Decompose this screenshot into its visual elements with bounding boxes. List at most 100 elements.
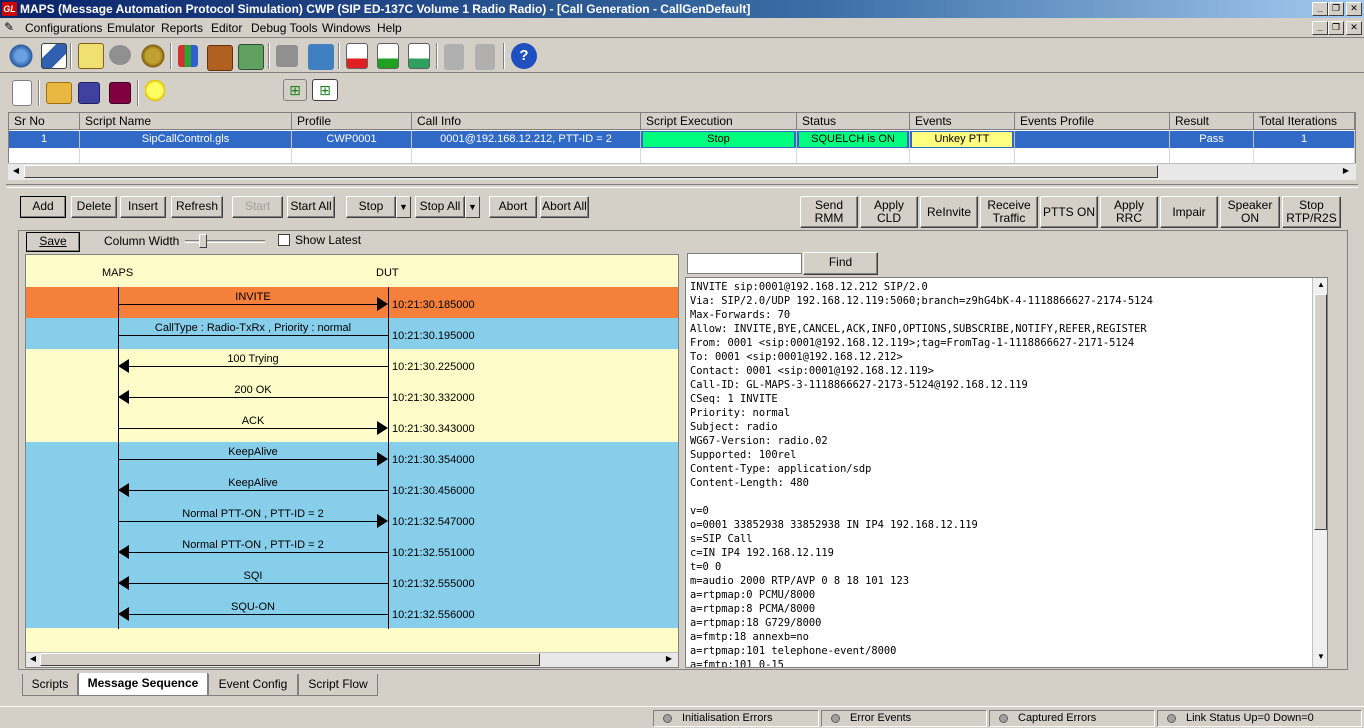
message-detail-pane[interactable]: INVITE sip:0001@192.168.12.212 SIP/2.0 V… bbox=[685, 277, 1328, 668]
cell-status[interactable]: SQUELCH is ON bbox=[799, 132, 907, 147]
cell-script-name[interactable]: SipCallControl.gls bbox=[80, 131, 292, 148]
col-sr-no[interactable]: Sr No bbox=[9, 113, 80, 130]
message-row[interactable]: Normal PTT-ON , PTT-ID = 2 10:21:32.54700… bbox=[26, 504, 678, 535]
transfer-icon[interactable] bbox=[444, 44, 464, 70]
apply-rrc-button[interactable]: Apply RRC bbox=[1100, 196, 1158, 228]
message-row[interactable]: 100 Trying 10:21:30.225000 bbox=[26, 349, 678, 380]
tab-message-sequence[interactable]: Message Sequence bbox=[78, 673, 208, 696]
cell-script-execution[interactable]: Stop bbox=[643, 132, 794, 147]
doc-green-icon[interactable] bbox=[377, 43, 399, 69]
menu-emulator[interactable]: Emulator bbox=[107, 20, 155, 36]
stop-all-button[interactable]: Stop All bbox=[415, 196, 465, 218]
stop-dropdown-icon[interactable]: ▼ bbox=[396, 196, 411, 218]
tip-icon[interactable] bbox=[145, 80, 165, 106]
ptts-on-button[interactable]: PTTS ON bbox=[1040, 196, 1098, 228]
menu-editor[interactable]: Editor bbox=[211, 20, 242, 36]
column-width-slider[interactable] bbox=[185, 240, 265, 243]
grid-horizontal-scrollbar[interactable]: ◀ ▶ bbox=[8, 163, 1356, 180]
seq-scroll-right-icon[interactable]: ▶ bbox=[664, 654, 674, 663]
open-icon[interactable] bbox=[46, 82, 72, 104]
menu-debug-tools[interactable]: Debug Tools bbox=[251, 20, 318, 36]
status-captured-errors[interactable]: Captured Errors bbox=[989, 710, 1155, 727]
mdi-close-button[interactable]: ✕ bbox=[1346, 21, 1362, 35]
cell-events-profile[interactable] bbox=[1015, 131, 1170, 148]
col-script-execution[interactable]: Script Execution bbox=[641, 113, 797, 130]
minimize-button[interactable]: _ bbox=[1312, 2, 1328, 16]
message-row[interactable]: 200 OK 10:21:30.332000 bbox=[26, 380, 678, 411]
add-button[interactable]: Add bbox=[20, 196, 66, 218]
seq-scroll-thumb[interactable] bbox=[40, 653, 540, 666]
message-row[interactable]: SQI 10:21:32.555000 bbox=[26, 566, 678, 597]
stop-rtp-button[interactable]: Stop RTP/R2S bbox=[1282, 196, 1341, 228]
mdi-minimize-button[interactable]: _ bbox=[1312, 21, 1328, 35]
stop-button[interactable]: Stop bbox=[346, 196, 396, 218]
scroll-right-icon[interactable]: ▶ bbox=[1340, 166, 1352, 175]
start-all-button[interactable]: Start All bbox=[287, 196, 335, 218]
gear-icon[interactable] bbox=[140, 43, 166, 69]
splitter[interactable] bbox=[6, 184, 1358, 188]
new-icon[interactable] bbox=[12, 80, 32, 106]
doc-purple-icon[interactable] bbox=[408, 43, 430, 69]
save-as-icon[interactable] bbox=[109, 82, 131, 104]
abort-button[interactable]: Abort bbox=[489, 196, 537, 218]
message-row[interactable]: INVITE 10:21:30.185000 bbox=[26, 287, 678, 318]
message-row[interactable]: CallType : Radio-TxRx , Priority : norma… bbox=[26, 318, 678, 349]
cell-profile[interactable]: CWP0001 bbox=[292, 131, 412, 148]
message-row[interactable]: Normal PTT-ON , PTT-ID = 2 10:21:32.55100… bbox=[26, 535, 678, 566]
reinvite-button[interactable]: ReInvite bbox=[920, 196, 978, 228]
menu-configurations[interactable]: Configurations bbox=[25, 20, 102, 36]
message-row[interactable]: SQU-ON 10:21:32.556000 bbox=[26, 597, 678, 628]
tab-scripts[interactable]: Scripts bbox=[22, 674, 78, 696]
briefcase-icon[interactable] bbox=[207, 45, 233, 71]
script-icon[interactable] bbox=[41, 43, 67, 69]
start-button[interactable]: Start bbox=[232, 196, 283, 218]
col-total-iterations[interactable]: Total Iterations bbox=[1254, 113, 1355, 130]
cell-events[interactable]: Unkey PTT bbox=[912, 132, 1012, 147]
app-menu-icon[interactable]: ✎ bbox=[4, 20, 20, 36]
cell-sr-no[interactable]: 1 bbox=[9, 131, 80, 148]
message-row[interactable]: KeepAlive 10:21:30.354000 bbox=[26, 442, 678, 473]
show-latest-checkbox[interactable] bbox=[278, 234, 290, 246]
col-script-name[interactable]: Script Name bbox=[80, 113, 292, 130]
doc-red-icon[interactable] bbox=[346, 43, 368, 69]
find-button[interactable]: Find bbox=[803, 252, 878, 275]
scroll-up-icon[interactable]: ▲ bbox=[1314, 280, 1327, 289]
menu-help[interactable]: Help bbox=[377, 20, 402, 36]
slider-thumb[interactable] bbox=[199, 234, 207, 248]
users-icon[interactable] bbox=[238, 44, 264, 70]
status-initialisation-errors[interactable]: Initialisation Errors bbox=[653, 710, 819, 727]
col-events[interactable]: Events bbox=[910, 113, 1015, 130]
delete-button[interactable]: Delete bbox=[71, 196, 117, 218]
tab-script-flow[interactable]: Script Flow bbox=[298, 674, 378, 696]
impair-button[interactable]: Impair bbox=[1160, 196, 1218, 228]
close-button[interactable]: ✕ bbox=[1346, 2, 1362, 16]
mdi-restore-button[interactable]: ❐ bbox=[1328, 21, 1344, 35]
receive-traffic-button[interactable]: Receive Traffic bbox=[980, 196, 1038, 228]
cell-result[interactable]: Pass bbox=[1170, 131, 1254, 148]
restore-button[interactable]: ❐ bbox=[1328, 2, 1344, 16]
find-input[interactable] bbox=[687, 253, 802, 274]
configure-icon[interactable] bbox=[8, 43, 34, 69]
message-row[interactable]: ACK 10:21:30.343000 bbox=[26, 411, 678, 442]
abort-all-button[interactable]: Abort All bbox=[540, 196, 589, 218]
hierarchy-icon[interactable]: ⊞ bbox=[312, 79, 338, 101]
refresh-button[interactable]: Refresh bbox=[171, 196, 223, 218]
edit-icon[interactable] bbox=[78, 43, 104, 69]
grid-scroll-thumb[interactable] bbox=[24, 165, 1158, 178]
detail-vertical-scrollbar[interactable]: ▲ ▼ bbox=[1312, 278, 1327, 667]
save-icon[interactable] bbox=[78, 82, 100, 104]
menu-reports[interactable]: Reports bbox=[161, 20, 203, 36]
status-error-events[interactable]: Error Events bbox=[821, 710, 987, 727]
message-row[interactable]: KeepAlive 10:21:30.456000 bbox=[26, 473, 678, 504]
scroll-down-icon[interactable]: ▼ bbox=[1314, 652, 1327, 661]
cell-total-iterations[interactable]: 1 bbox=[1254, 131, 1355, 148]
col-call-info[interactable]: Call Info bbox=[412, 113, 641, 130]
tools-icon[interactable] bbox=[276, 45, 298, 67]
tree-icon[interactable]: ⊞ bbox=[283, 79, 307, 101]
sequence-horizontal-scrollbar[interactable]: ◀ ▶ bbox=[26, 652, 678, 667]
status-link[interactable]: Link Status Up=0 Down=0 bbox=[1157, 710, 1362, 727]
network-icon[interactable] bbox=[308, 44, 334, 70]
save-sequence-button[interactable]: Save bbox=[26, 232, 80, 252]
help-icon[interactable]: ? bbox=[511, 43, 537, 69]
seq-scroll-left-icon[interactable]: ◀ bbox=[28, 654, 38, 663]
